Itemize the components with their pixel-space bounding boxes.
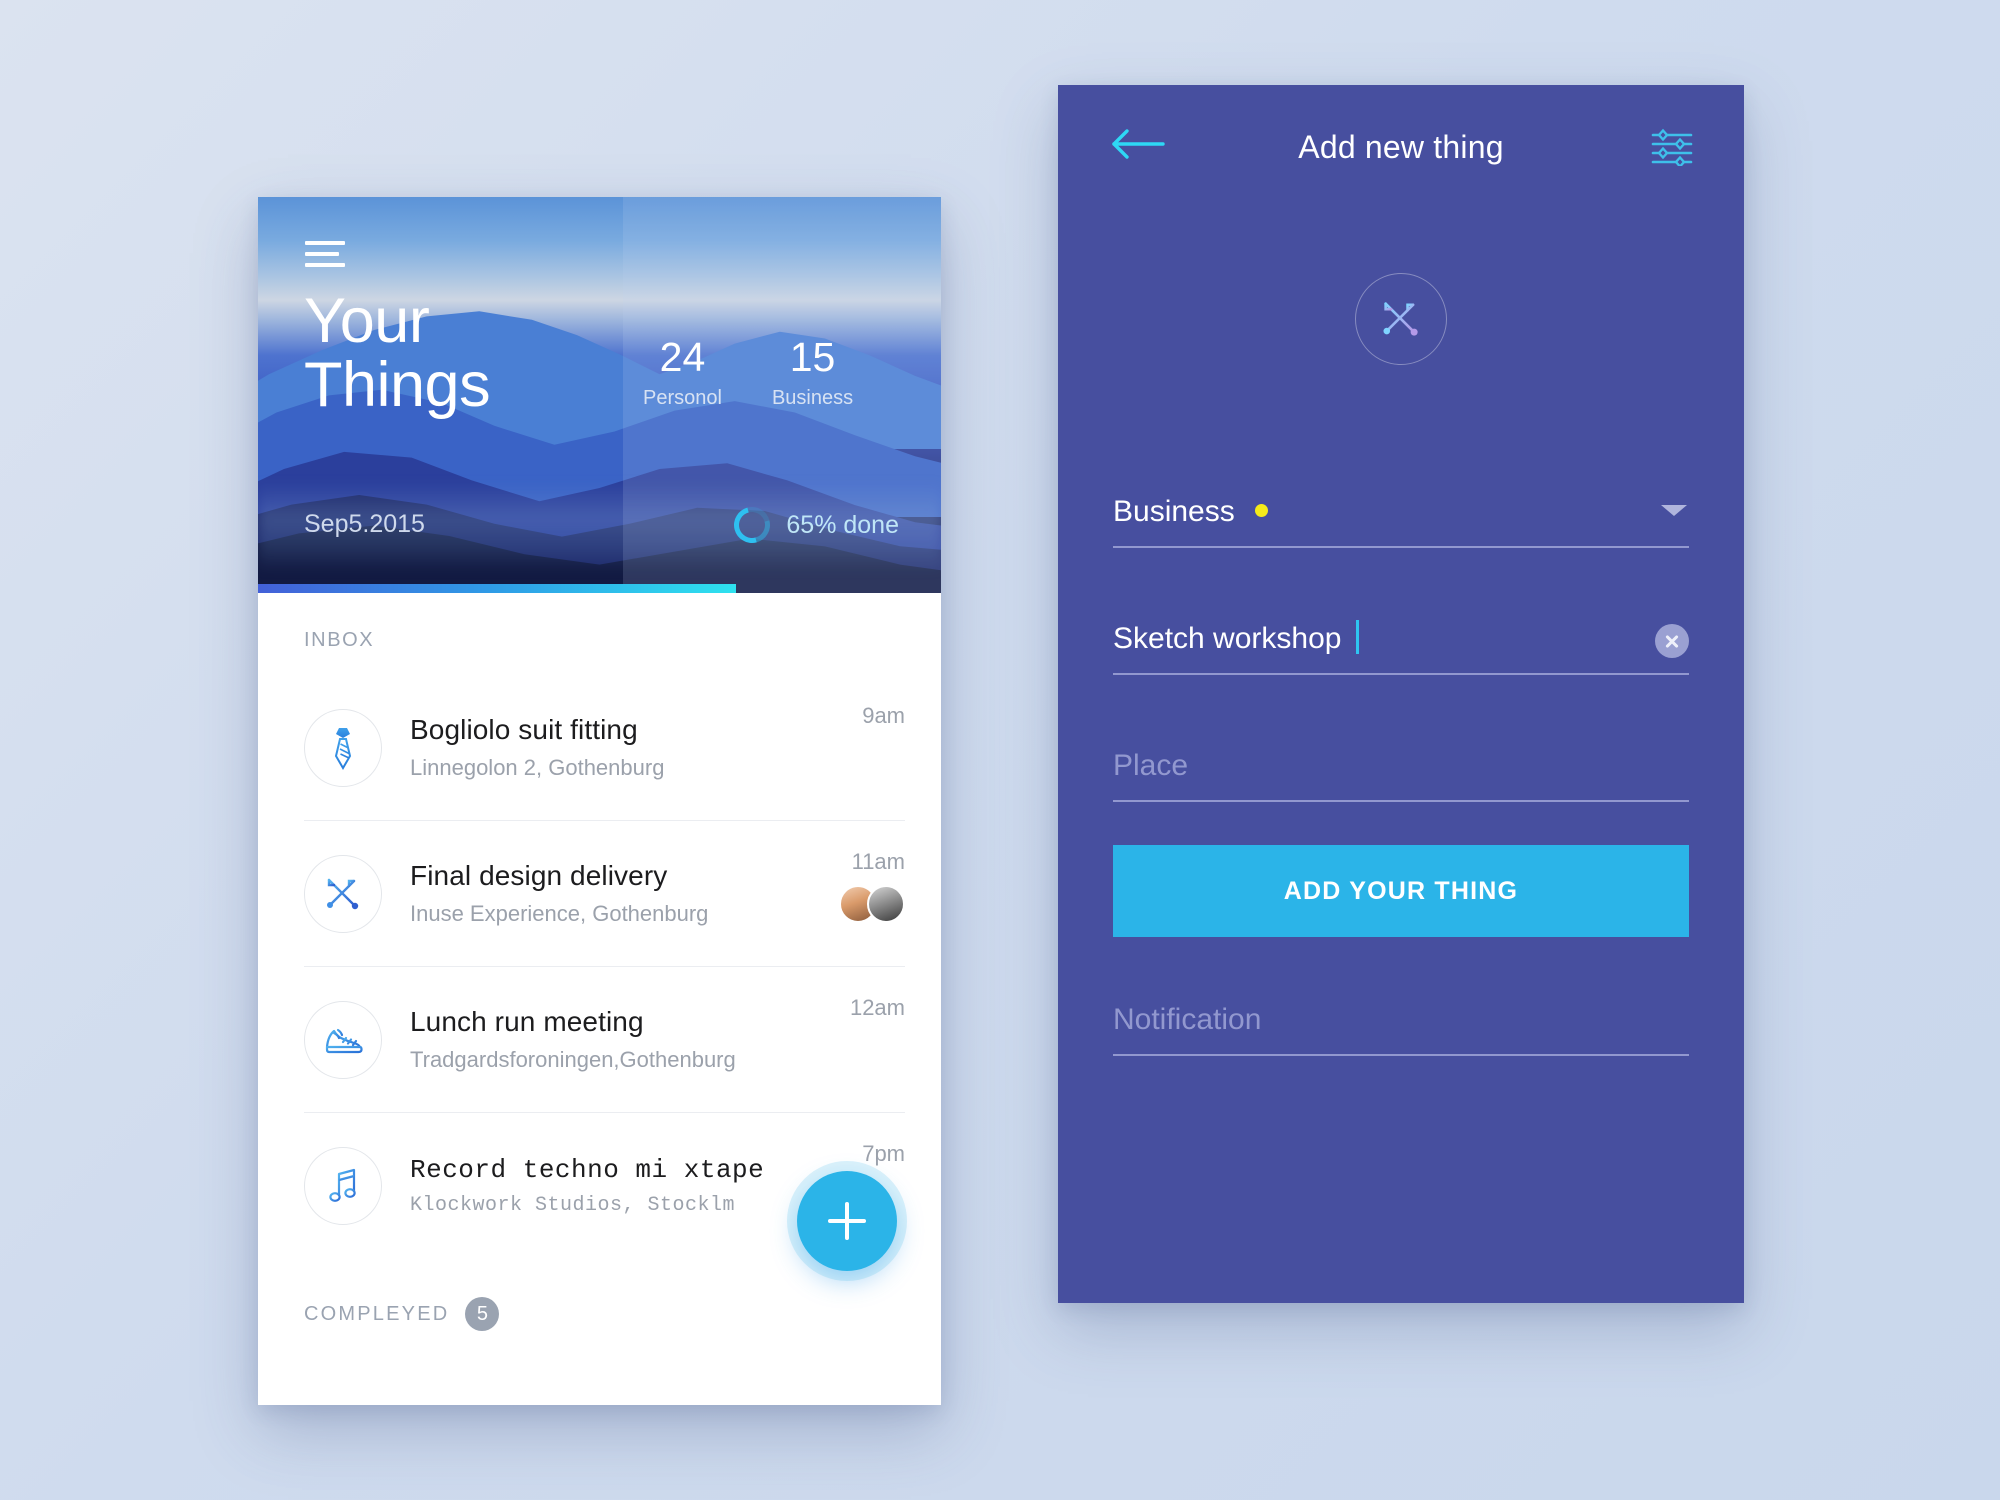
category-color-dot [1255,503,1269,517]
task-time: 9am [862,703,905,728]
add-thing-fab[interactable] [797,1171,897,1271]
progress-ring-icon [727,500,777,550]
task-subtitle: Tradgardsforoningen,Gothenburg [410,1047,736,1072]
task-text: Lunch run meeting Tradgardsforoningen,Go… [410,1006,850,1073]
page-title-line-2: Things [304,350,491,421]
page-title: Your Things [304,286,491,421]
task-row[interactable]: Bogliolo suit fitting Linnegolon 2, Goth… [304,675,905,821]
clear-icon[interactable] [1655,624,1689,658]
task-meta: 11am [839,821,905,923]
task-meta: 9am [862,675,905,729]
add-your-thing-button[interactable]: ADD YOUR THING [1113,845,1689,937]
thing-type-avatar[interactable] [1355,273,1447,365]
task-text: Record techno mi xtape Klockwork Studios… [410,1155,862,1217]
thing-name-field[interactable]: Sketch workshop [1113,620,1689,675]
completed-section[interactable]: COMPLEYED 5 [304,1297,500,1331]
task-row[interactable]: Final design delivery Inuse Experience, … [304,821,905,967]
task-meta: 7pm [862,1113,905,1167]
inbox-section-label: INBOX [304,629,375,651]
chevron-down-icon[interactable] [1661,505,1687,516]
completed-count-badge: 5 [465,1297,500,1331]
sneaker-icon [304,1000,382,1079]
music-note-icon [304,1147,382,1225]
hamburger-line [305,263,345,267]
notification-placeholder: Notification [1113,1003,1262,1036]
hero-stats: 24 Personol 15 Business [643,337,853,410]
stat-personal-value: 24 [659,334,706,380]
sliders-settings-icon[interactable] [1650,128,1694,169]
task-time: 7pm [862,1141,905,1166]
task-meta: 12am [850,967,905,1021]
task-subtitle: Inuse Experience, Gothenburg [410,901,709,926]
thing-name-value: Sketch workshop [1113,622,1342,655]
stat-personal-label: Personol [643,387,722,409]
text-cursor [1355,620,1359,654]
category-field[interactable]: Business [1113,495,1689,548]
task-text: Final design delivery Inuse Experience, … [410,860,839,927]
task-subtitle: Linnegolon 2, Gothenburg [410,755,665,780]
category-value: Business [1113,495,1235,528]
task-title: Bogliolo suit fitting [410,714,638,745]
hero-header: Your Things 24 Personol 15 Business Sep5… [258,197,941,593]
task-title: Record techno mi xtape [410,1155,765,1185]
hero-progress: 65% done [727,500,899,550]
stat-personal[interactable]: 24 Personol [643,337,722,410]
header-progress-bar [258,584,737,593]
panel-title: Add new thing [1298,129,1504,165]
hamburger-menu-icon[interactable] [305,241,345,267]
task-text: Bogliolo suit fitting Linnegolon 2, Goth… [410,714,862,781]
pen-pencil-cross-icon [304,854,382,933]
task-title: Final design delivery [410,860,668,891]
place-field[interactable]: Place [1113,749,1689,802]
hamburger-line [305,241,345,245]
task-row[interactable]: Lunch run meeting Tradgardsforoningen,Go… [304,967,905,1113]
task-subtitle: Klockwork Studios, Stocklm [410,1194,736,1217]
completed-label: COMPLEYED [304,1302,450,1325]
task-time: 12am [849,995,905,1020]
add-new-thing-panel: Add new thing Business Sketch workshop P… [1058,85,1744,1303]
stat-business-label: Business [771,387,854,409]
task-list: Bogliolo suit fitting Linnegolon 2, Goth… [304,675,905,1259]
panel-topbar: Add new thing [1058,85,1744,203]
stat-business[interactable]: 15 Business [772,337,853,410]
progress-label: 65% done [786,510,899,539]
necktie-icon [304,708,382,787]
add-thing-form: Business Sketch workshop Place Time Noti… [1113,495,1689,1056]
notification-field[interactable]: Notification [1113,1003,1689,1056]
page-title-line-1: Your [304,286,430,356]
task-avatars [839,885,905,923]
tasks-phone-card: Your Things 24 Personol 15 Business Sep5… [258,197,941,1405]
task-title: Lunch run meeting [410,1006,644,1037]
avatar [867,885,905,923]
hero-date: Sep5.2015 [304,510,425,538]
hamburger-line [305,252,339,256]
stat-business-value: 15 [789,334,836,380]
place-placeholder: Place [1113,749,1189,782]
task-time: 11am [851,849,905,874]
